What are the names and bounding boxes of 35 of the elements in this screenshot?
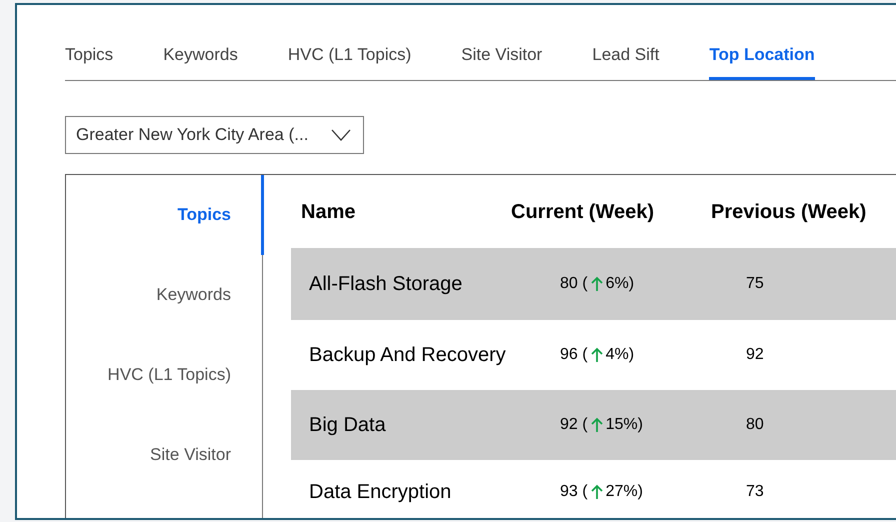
- current-value: 92 (: [560, 415, 588, 435]
- topic-name: Backup And Recovery: [308, 343, 507, 368]
- current-value: 80 (: [560, 274, 588, 294]
- tab[interactable]: Top Location: [709, 7, 815, 80]
- column-header: Current (Week): [511, 200, 655, 224]
- previous-value: 92: [746, 345, 764, 365]
- side-tab[interactable]: Topics: [68, 175, 264, 255]
- column-header: Name: [300, 200, 356, 224]
- previous-value: 73: [746, 482, 764, 502]
- column-header: Previous (Week): [711, 200, 866, 224]
- tab[interactable]: Lead Sift: [592, 7, 660, 80]
- up-arrow-icon: [590, 347, 603, 363]
- current-value: 93 (: [560, 482, 588, 502]
- up-arrow-icon: [590, 417, 603, 433]
- change-value: 4%): [606, 345, 634, 365]
- tab[interactable]: HVC (L1 Topics): [288, 7, 412, 80]
- tab[interactable]: Keywords: [163, 7, 238, 80]
- current-value: 96 (: [560, 345, 588, 365]
- previous-value: 80: [746, 415, 764, 435]
- topic-name: Data Encryption: [308, 480, 452, 505]
- side-tab[interactable]: Site Visitor: [68, 415, 264, 495]
- tab[interactable]: Site Visitor: [461, 7, 542, 80]
- change-value: 6%): [606, 274, 634, 294]
- up-arrow-icon: [590, 484, 603, 500]
- up-arrow-icon: [590, 276, 603, 292]
- previous-value: 75: [746, 274, 764, 294]
- change-value: 15%): [606, 415, 643, 435]
- topic-name: All-Flash Storage: [308, 272, 464, 297]
- topic-name: Big Data: [308, 413, 387, 438]
- change-value: 27%): [606, 482, 643, 502]
- chevron-down-icon: [331, 129, 351, 141]
- side-tab[interactable]: Keywords: [68, 255, 264, 335]
- location-dropdown[interactable]: Greater New York City Area (...: [65, 116, 364, 154]
- side-tab[interactable]: HVC (L1 Topics): [68, 335, 264, 415]
- tab[interactable]: Topics: [65, 7, 114, 80]
